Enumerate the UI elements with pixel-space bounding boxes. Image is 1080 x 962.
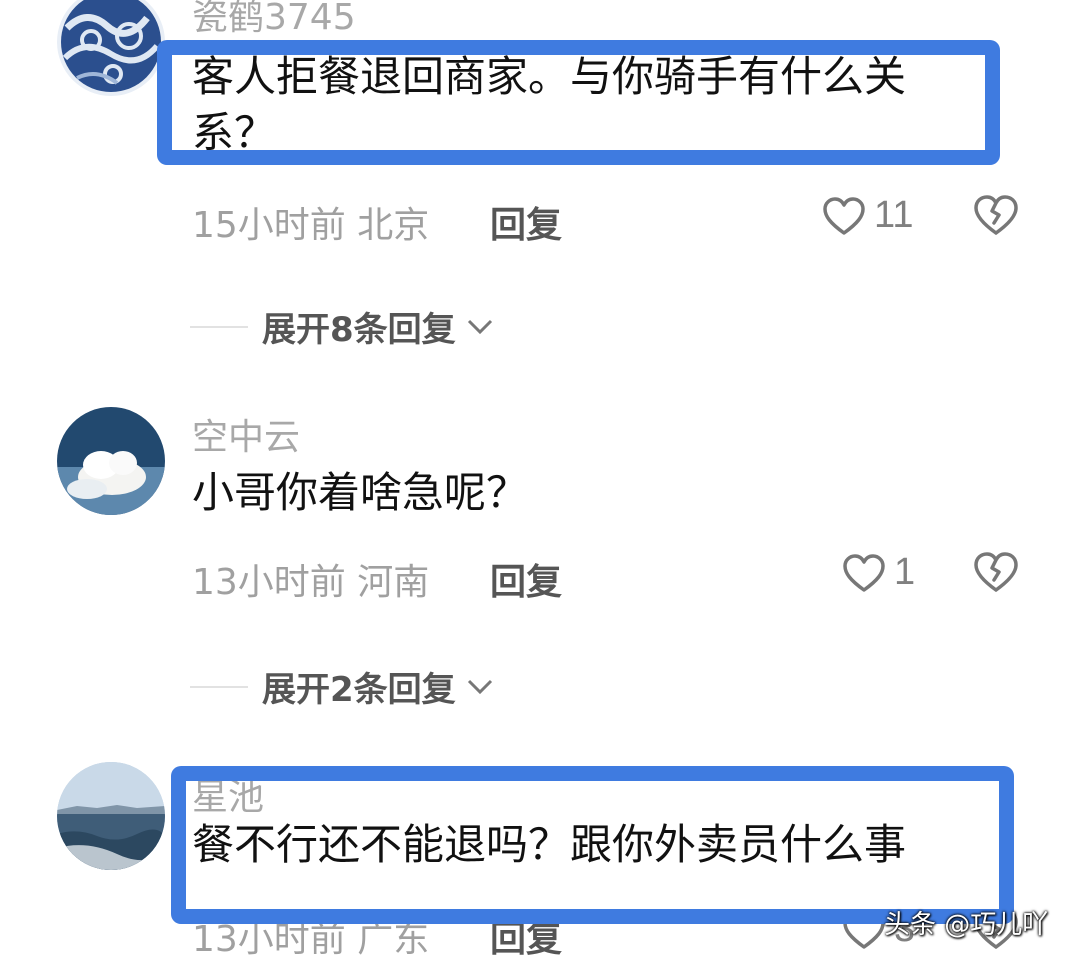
like-count: 11 [874, 194, 914, 236]
reply-button[interactable]: 回复 [490, 553, 562, 605]
cloud-avatar-image [57, 407, 165, 515]
like-button[interactable]: 1 [842, 551, 915, 594]
comment-item: 空中云 小哥你着啥急呢？ 13小时前 河南 回复 1 展开2条回复 [0, 400, 1080, 730]
comment-text-line: 小哥你着啥急呢？ [192, 468, 529, 517]
avatar[interactable] [57, 762, 165, 870]
like-count: 1 [894, 551, 916, 593]
divider [190, 685, 248, 688]
expand-replies-label: 展开2条回复 [262, 670, 456, 710]
expand-replies-button[interactable]: 展开8条回复 [190, 302, 494, 351]
porcelain-avatar-image [57, 0, 165, 96]
like-button[interactable]: 11 [822, 194, 913, 237]
avatar[interactable] [57, 0, 165, 96]
comment-text-line: 餐不行还不能退吗？跟你外卖员什么事 [192, 820, 907, 869]
sea-avatar-image [57, 762, 165, 870]
comment-item: 瓷鹤3745 客人拒餐退回商家。与你骑手有什么关 系？ 15小时前 北京 回复 … [0, 0, 1080, 380]
time-location: 13小时前 河南 [192, 562, 430, 603]
time-location: 13小时前 广东 [192, 919, 430, 960]
broken-heart-icon [974, 195, 1018, 235]
time-location: 15小时前 北京 [192, 205, 430, 246]
comment-text-line: 客人拒餐退回商家。与你骑手有什么关 [192, 52, 907, 101]
chevron-down-icon [467, 319, 492, 334]
reply-button[interactable]: 回复 [490, 910, 562, 962]
watermark: 头条 @巧儿吖 [884, 910, 1049, 940]
expand-replies-button[interactable]: 展开2条回复 [190, 662, 494, 711]
dislike-button[interactable] [973, 194, 1019, 240]
comment-text-line: 系？ [192, 108, 277, 157]
reply-button[interactable]: 回复 [490, 196, 562, 248]
username[interactable]: 瓷鹤3745 [192, 0, 356, 40]
divider [190, 325, 248, 328]
heart-outline-icon [843, 910, 885, 949]
heart-outline-icon [843, 553, 885, 592]
heart-outline-icon [823, 196, 865, 235]
avatar[interactable] [57, 407, 165, 515]
expand-replies-label: 展开8条回复 [262, 310, 456, 350]
broken-heart-icon [974, 552, 1018, 592]
username[interactable]: 星池 [192, 768, 264, 820]
chevron-down-icon [467, 679, 492, 694]
username[interactable]: 空中云 [192, 408, 300, 460]
dislike-button[interactable] [973, 551, 1019, 597]
